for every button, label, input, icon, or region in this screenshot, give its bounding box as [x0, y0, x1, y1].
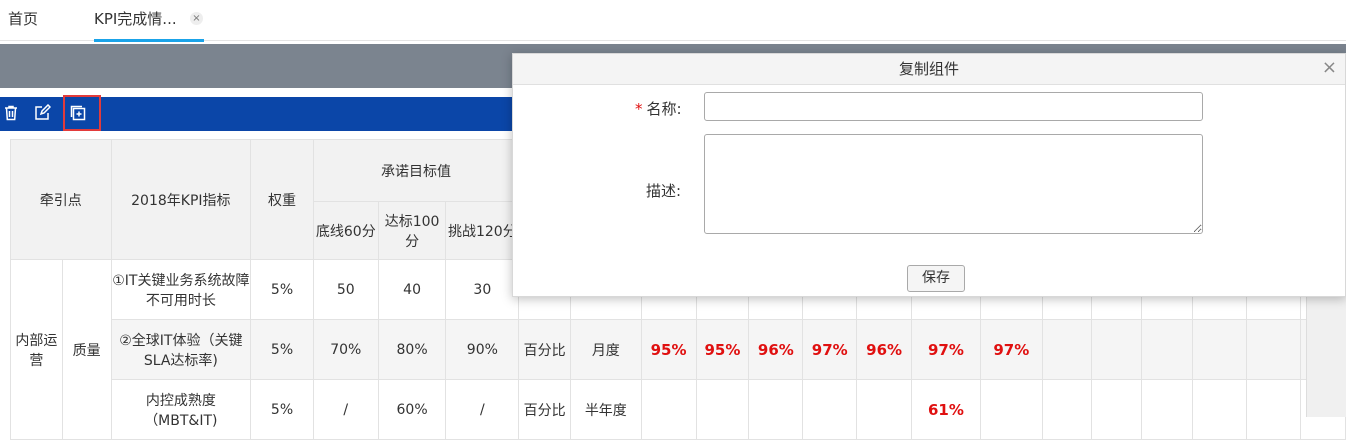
cell-value: 95% [695, 319, 750, 380]
tab-kpi-label: KPI完成情... [94, 10, 177, 28]
cell-value [1246, 379, 1302, 440]
cell-standard: 40 [377, 259, 447, 320]
cell-value [1041, 379, 1093, 440]
cell-value [1091, 379, 1143, 440]
cell-value: 97% [979, 319, 1043, 380]
cell-kpi-name: ②全球IT体验（关键SLA达标率) [110, 319, 252, 380]
cell-value [802, 379, 858, 440]
cell-value: 96% [856, 319, 913, 380]
tab-close-icon[interactable]: × [190, 12, 203, 25]
cell-weight: 5% [250, 319, 314, 380]
cell-value [1141, 379, 1193, 440]
name-input[interactable] [704, 92, 1203, 121]
header-traction: 牵引点 [10, 139, 112, 260]
cell-value [1141, 319, 1193, 380]
cell-kpi-name: ①IT关键业务系统故障不可用时长 [110, 259, 252, 320]
cell-base: / [312, 379, 379, 440]
cell-value: 97% [802, 319, 858, 380]
cell-value [1091, 319, 1143, 380]
cell-value: 61% [911, 379, 981, 440]
cell-value [640, 379, 697, 440]
cell-category: 质量 [61, 259, 112, 440]
cell-value [1246, 319, 1302, 380]
cell-weight: 5% [250, 259, 314, 320]
dialog-header: 复制组件 × [513, 54, 1345, 85]
tab-bar: 首页 KPI完成情... × [0, 0, 1346, 42]
description-label: 描述: [646, 182, 682, 200]
trash-icon[interactable] [2, 104, 20, 122]
cell-kpi-name: 内控成熟度（MBT&IT) [110, 379, 252, 440]
cell-base: 70% [312, 319, 379, 380]
cell-value [1191, 379, 1248, 440]
header-base: 底线60分 [312, 201, 379, 260]
cell-standard: 80% [377, 319, 447, 380]
cell-standard: 60% [377, 379, 447, 440]
cell-base: 50 [312, 259, 379, 320]
cell-unit: 百分比 [518, 379, 571, 440]
cell-value: 95% [640, 319, 697, 380]
tab-kpi[interactable]: KPI完成情... × [94, 0, 204, 42]
name-label-text: 名称: [646, 100, 682, 118]
header-challenge: 挑战120分 [445, 201, 520, 260]
cell-value [1041, 319, 1093, 380]
edit-icon[interactable] [33, 103, 52, 122]
copy-button-highlight [63, 95, 101, 131]
tab-active-indicator [94, 39, 204, 42]
header-standard: 达标100分 [377, 201, 447, 260]
required-mark: * [635, 100, 643, 118]
cell-period: 月度 [569, 319, 642, 380]
cell-value [979, 379, 1043, 440]
table-row: 内控成熟度（MBT&IT) 5% / 60% / 百分比 半年度 61% [11, 379, 1346, 440]
tab-home[interactable]: 首页 [8, 0, 38, 41]
cell-period: 半年度 [569, 379, 642, 440]
cell-challenge: / [445, 379, 520, 440]
cell-challenge: 30 [445, 259, 520, 320]
copy-component-dialog: 复制组件 × * 名称: 描述: 保存 [512, 53, 1346, 297]
save-button[interactable]: 保存 [907, 265, 965, 292]
header-kpi: 2018年KPI指标 [110, 139, 252, 260]
description-textarea[interactable] [704, 134, 1203, 234]
close-icon[interactable]: × [1322, 58, 1337, 78]
cell-value [1191, 319, 1248, 380]
cell-value [748, 379, 804, 440]
cell-value [856, 379, 913, 440]
cell-value: 97% [911, 319, 981, 380]
cell-value: 96% [748, 319, 804, 380]
cell-weight: 5% [250, 379, 314, 440]
table-row: ②全球IT体验（关键SLA达标率) 5% 70% 80% 90% 百分比 月度 … [11, 319, 1346, 380]
header-weight: 权重 [250, 139, 314, 260]
cell-dept: 内部运营 [10, 259, 63, 440]
header-target: 承诺目标值 [312, 139, 520, 202]
cell-value [695, 379, 750, 440]
dialog-title: 复制组件 [898, 60, 959, 78]
name-label: * 名称: [635, 98, 682, 119]
cell-challenge: 90% [445, 319, 520, 380]
cell-unit: 百分比 [518, 319, 571, 380]
